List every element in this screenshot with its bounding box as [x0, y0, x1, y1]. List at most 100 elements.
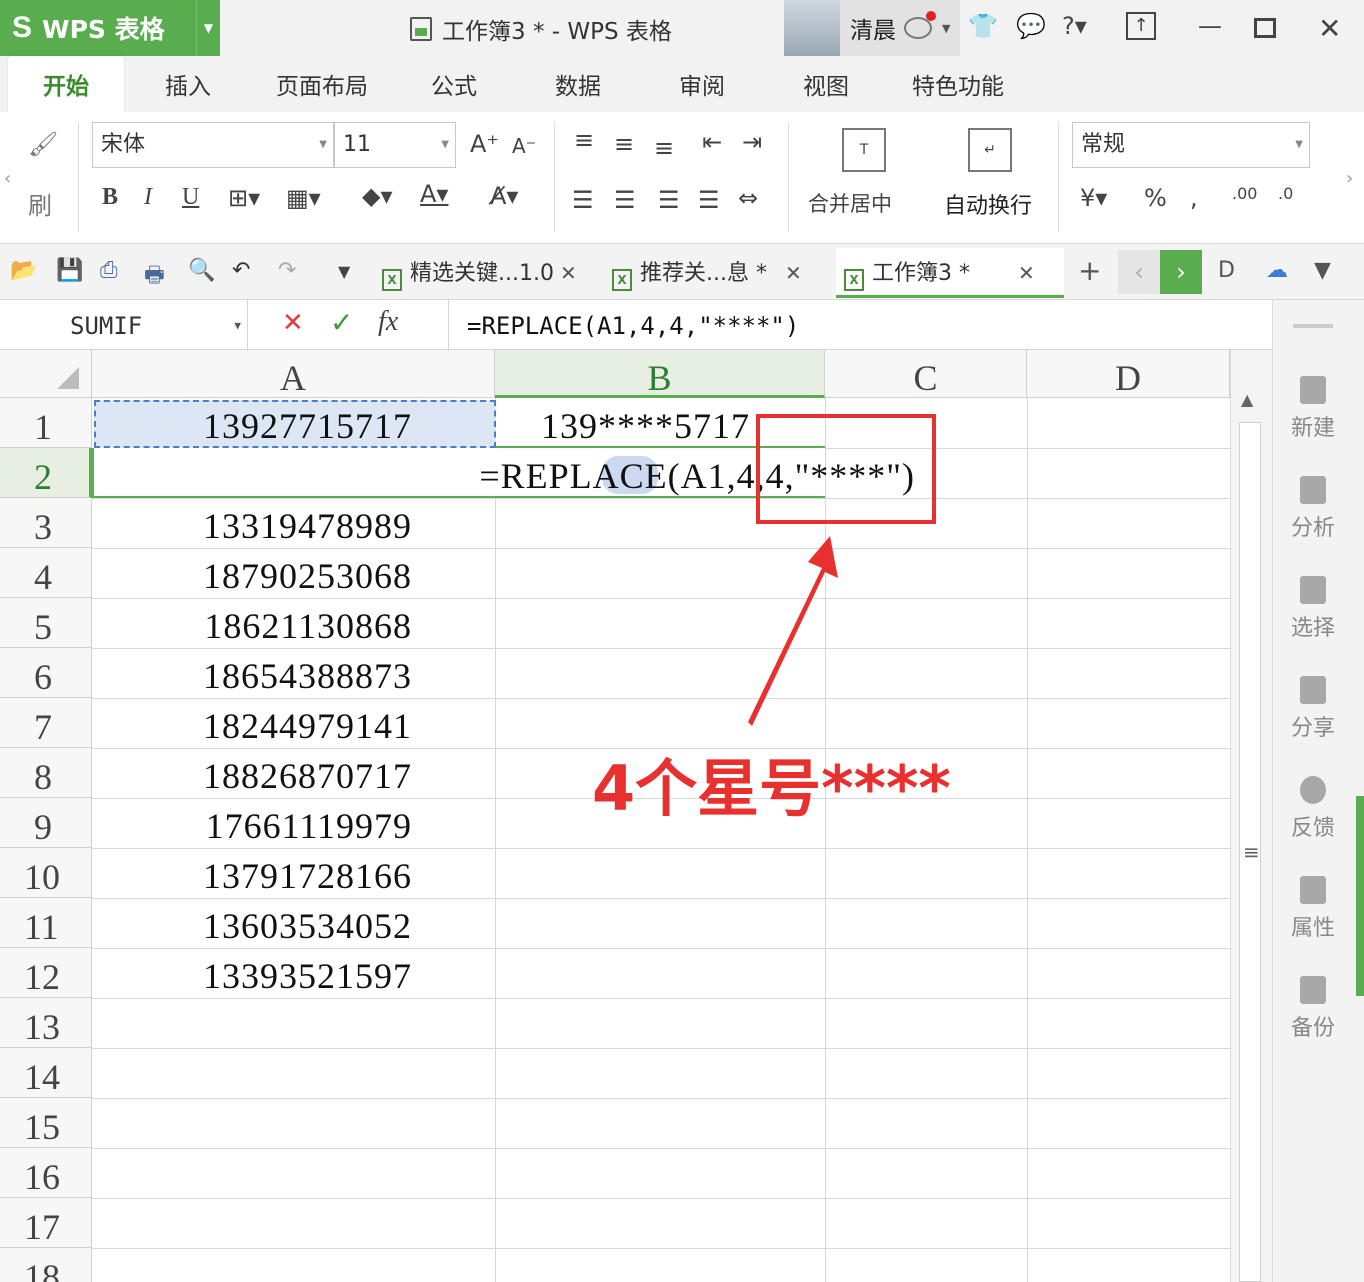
- decrease-indent-icon[interactable]: ⇤: [702, 128, 722, 156]
- cell-editor-b2[interactable]: =REPLACE(A1,4,4,"****"): [92, 448, 914, 498]
- sidebar-item-new[interactable]: 新建: [1273, 376, 1353, 442]
- confirm-formula-button[interactable]: ✓: [330, 306, 353, 339]
- row-header[interactable]: 14: [0, 1048, 92, 1098]
- cell-a7[interactable]: 18244979141: [92, 698, 412, 748]
- select-all-corner[interactable]: [0, 350, 92, 398]
- close-icon[interactable]: ✕: [560, 261, 577, 285]
- tab-insert[interactable]: 插入: [148, 56, 228, 112]
- align-left-icon[interactable]: ☰: [572, 186, 594, 214]
- scroll-up-icon[interactable]: ▲: [1241, 390, 1253, 409]
- tab-data[interactable]: 数据: [538, 56, 618, 112]
- avatar[interactable]: [784, 0, 840, 56]
- row-header[interactable]: 13: [0, 998, 92, 1048]
- document-tab-active[interactable]: X 工作簿3 * ✕: [836, 248, 1064, 298]
- chevron-down-icon[interactable]: ▼: [338, 262, 350, 281]
- wrap-text-label[interactable]: 自动换行: [944, 188, 1032, 220]
- more-icon[interactable]: ▼: [1314, 258, 1331, 283]
- vertical-scrollbar[interactable]: ▲ ≡: [1230, 350, 1272, 1282]
- user-account[interactable]: 清晨 ▼: [784, 0, 960, 56]
- maximize-icon[interactable]: [1254, 18, 1276, 38]
- sidebar-item-analyze[interactable]: 分析: [1273, 476, 1353, 542]
- cell-a4[interactable]: 18790253068: [92, 548, 412, 598]
- increase-decimal-icon[interactable]: .00: [1232, 184, 1257, 203]
- italic-button[interactable]: I: [144, 184, 152, 211]
- row-header[interactable]: 9: [0, 798, 92, 848]
- borders-icon[interactable]: ⊞▾: [228, 184, 260, 212]
- chat-icon[interactable]: 💬: [1016, 12, 1046, 40]
- sidebar-collapse-handle[interactable]: [1356, 796, 1364, 996]
- column-header-d[interactable]: D: [1027, 350, 1230, 398]
- tab-special-features[interactable]: 特色功能: [898, 56, 1018, 112]
- decrease-font-icon[interactable]: A⁻: [512, 134, 536, 158]
- docer-icon[interactable]: D: [1218, 258, 1235, 283]
- name-box[interactable]: SUMIF ▼: [0, 300, 248, 350]
- new-tab-icon[interactable]: +: [1078, 254, 1101, 287]
- app-menu-button[interactable]: S WPS 表格 ▼: [0, 0, 220, 56]
- cell-a10[interactable]: 13791728166: [92, 848, 412, 898]
- upload-icon[interactable]: ↑: [1126, 12, 1156, 40]
- underline-button[interactable]: U: [182, 184, 199, 211]
- currency-icon[interactable]: ¥▾: [1080, 184, 1107, 212]
- row-header[interactable]: 4: [0, 548, 92, 598]
- row-header[interactable]: 18: [0, 1248, 92, 1282]
- merge-center-icon[interactable]: T: [842, 128, 886, 172]
- format-painter-icon[interactable]: 🖌: [28, 130, 58, 158]
- sidebar-item-select[interactable]: 选择: [1273, 576, 1353, 642]
- chevron-down-icon[interactable]: ▼: [1295, 123, 1303, 167]
- align-bottom-icon[interactable]: ≡: [654, 134, 674, 162]
- chevron-left-icon[interactable]: ‹: [4, 168, 11, 189]
- merge-center-label[interactable]: 合并居中: [808, 188, 892, 218]
- font-color-icon[interactable]: A▾: [420, 180, 448, 208]
- row-header[interactable]: 6: [0, 648, 92, 698]
- sidebar-item-properties[interactable]: 属性: [1273, 876, 1353, 942]
- insert-function-button[interactable]: fx: [378, 306, 398, 338]
- export-pdf-icon[interactable]: ⎙: [100, 258, 118, 283]
- sidebar-item-backup[interactable]: 备份: [1273, 976, 1353, 1042]
- chevron-down-icon[interactable]: ▼: [234, 300, 241, 352]
- sidebar-item-feedback[interactable]: 反馈: [1273, 776, 1353, 842]
- number-format-select[interactable]: 常规 ▼: [1072, 122, 1310, 168]
- distribute-icon[interactable]: ⇔: [738, 184, 758, 212]
- redo-icon[interactable]: ↷: [278, 258, 296, 283]
- open-icon[interactable]: 📂: [10, 258, 37, 283]
- document-tab[interactable]: X 精选关键...1.0 ✕: [382, 248, 577, 298]
- row-header[interactable]: 5: [0, 598, 92, 648]
- chevron-down-icon[interactable]: ▼: [942, 22, 950, 35]
- row-header[interactable]: 12: [0, 948, 92, 998]
- column-header-a[interactable]: A: [92, 350, 495, 398]
- minimize-icon[interactable]: —: [1198, 12, 1222, 40]
- align-middle-icon[interactable]: ≡: [614, 130, 634, 158]
- cancel-formula-button[interactable]: ✕: [282, 308, 304, 338]
- tab-page-layout[interactable]: 页面布局: [260, 56, 384, 112]
- cell-a3[interactable]: 13319478989: [92, 498, 412, 548]
- tab-review[interactable]: 审阅: [662, 56, 742, 112]
- chevron-right-icon[interactable]: ›: [1160, 250, 1202, 294]
- fill-color-icon[interactable]: ◆▾: [362, 182, 393, 210]
- close-icon[interactable]: ✕: [1318, 12, 1341, 45]
- row-header[interactable]: 7: [0, 698, 92, 748]
- row-header[interactable]: 17: [0, 1198, 92, 1248]
- row-header[interactable]: 2: [0, 448, 92, 498]
- skin-shirt-icon[interactable]: 👕: [968, 12, 998, 40]
- tab-formulas[interactable]: 公式: [414, 56, 494, 112]
- row-header[interactable]: 8: [0, 748, 92, 798]
- column-header-c[interactable]: C: [825, 350, 1027, 398]
- chevron-down-icon[interactable]: ▼: [196, 0, 220, 56]
- row-header[interactable]: 1: [0, 398, 92, 448]
- decrease-decimal-icon[interactable]: .0: [1278, 184, 1293, 203]
- format-painter-label[interactable]: 刷: [28, 186, 52, 221]
- document-tab[interactable]: X 推荐关...息 * ✕: [612, 248, 802, 298]
- align-top-icon[interactable]: ≡: [574, 126, 594, 154]
- tab-view[interactable]: 视图: [786, 56, 866, 112]
- clear-format-icon[interactable]: A̸▾: [490, 182, 518, 210]
- row-header[interactable]: 10: [0, 848, 92, 898]
- chevron-right-icon[interactable]: ›: [1346, 168, 1353, 189]
- column-header-b[interactable]: B: [495, 350, 825, 398]
- close-icon[interactable]: ✕: [1018, 261, 1035, 285]
- bold-button[interactable]: B: [102, 184, 118, 211]
- increase-font-icon[interactable]: A⁺: [470, 130, 499, 158]
- save-icon[interactable]: 💾: [56, 258, 83, 283]
- row-header[interactable]: 15: [0, 1098, 92, 1148]
- row-header[interactable]: 3: [0, 498, 92, 548]
- chevron-down-icon[interactable]: ▼: [441, 123, 449, 167]
